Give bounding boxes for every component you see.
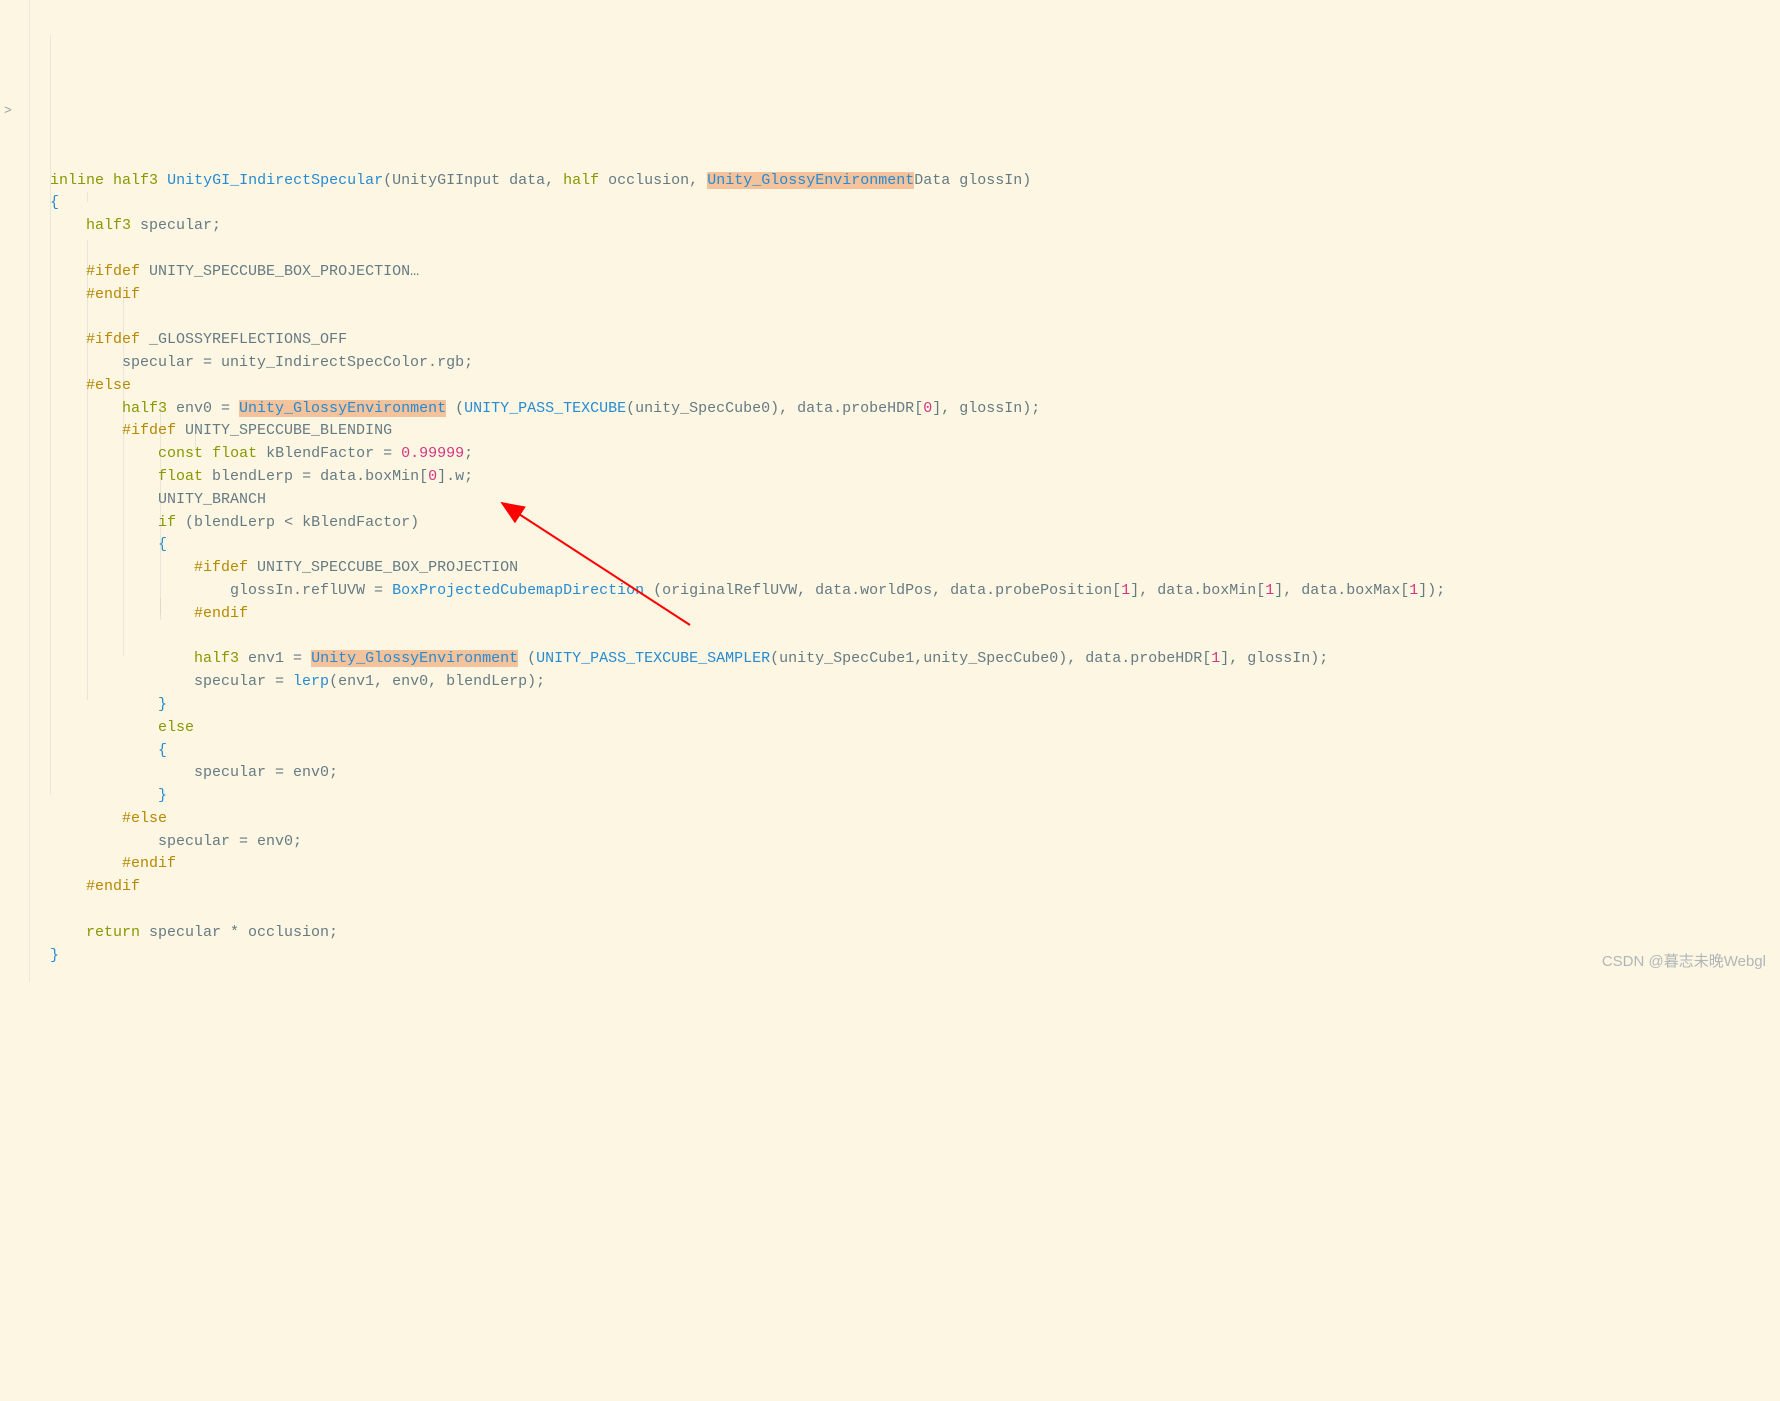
text: ], data.boxMin[ xyxy=(1130,582,1265,599)
text: glossIn.reflUVW = xyxy=(50,582,392,599)
text: (unity_SpecCube0), data.probeHDR[ xyxy=(626,400,923,417)
text: UNITY_BRANCH xyxy=(50,491,266,508)
brace: { xyxy=(50,194,59,211)
code-block: inline half3 UnityGI_IndirectSpecular(Un… xyxy=(20,170,1780,968)
text: (originalReflUVW, data.worldPos, data.pr… xyxy=(644,582,1121,599)
text: specular = unity_IndirectSpecColor.rgb; xyxy=(50,354,473,371)
keyword: float xyxy=(158,468,203,485)
keyword: else xyxy=(158,719,194,736)
brace: } xyxy=(158,696,167,713)
brace: { xyxy=(158,742,167,759)
number: 1 xyxy=(1121,582,1130,599)
text: UNITY_SPECCUBE_BOX_PROJECTION xyxy=(140,263,410,280)
keyword: half3 xyxy=(194,650,239,667)
text: Data glossIn) xyxy=(914,172,1031,189)
text: occlusion, xyxy=(599,172,707,189)
watermark: CSDN @暮志未晚Webgl xyxy=(1602,951,1766,974)
preprocessor: #else xyxy=(122,810,167,827)
preprocessor: #endif xyxy=(86,286,140,303)
text: UNITY_SPECCUBE_BOX_PROJECTION xyxy=(248,559,518,576)
text: ].w; xyxy=(437,468,473,485)
function-name: UNITY_PASS_TEXCUBE_SAMPLER xyxy=(536,650,770,667)
preprocessor: #endif xyxy=(122,855,176,872)
keyword: inline xyxy=(50,172,104,189)
highlighted-token: Unity_GlossyEnvironment xyxy=(311,650,518,667)
text: specular = env0; xyxy=(50,764,338,781)
keyword: float xyxy=(212,445,257,462)
number: 1 xyxy=(1409,582,1418,599)
indent-guide xyxy=(160,400,161,615)
text: (UnityGIInput data, xyxy=(383,172,563,189)
number: 0 xyxy=(428,468,437,485)
text: ], data.boxMax[ xyxy=(1274,582,1409,599)
indent-guide xyxy=(123,286,124,656)
keyword: const xyxy=(158,445,203,462)
number: 1 xyxy=(1211,650,1220,667)
indent-guide xyxy=(160,598,161,620)
number: 0.99999 xyxy=(401,445,464,462)
highlighted-token: Unity_GlossyEnvironment xyxy=(239,400,446,417)
fold-indicator-icon[interactable]: > xyxy=(4,100,12,123)
text: ; xyxy=(464,445,473,462)
keyword: half3 xyxy=(86,217,131,234)
preprocessor: #ifdef xyxy=(86,331,140,348)
preprocessor: #else xyxy=(86,377,131,394)
preprocessor: #ifdef xyxy=(194,559,248,576)
text: blendLerp = data.boxMin[ xyxy=(203,468,428,485)
function-name: UnityGI_IndirectSpecular xyxy=(167,172,383,189)
text: (env1, env0, blendLerp); xyxy=(329,673,545,690)
indent-guide xyxy=(87,240,88,700)
function-name: BoxProjectedCubemapDirection xyxy=(392,582,644,599)
preprocessor: #ifdef xyxy=(122,422,176,439)
indent-guide xyxy=(195,420,196,448)
number: 0 xyxy=(923,400,932,417)
keyword: half3 xyxy=(113,172,158,189)
preprocessor: #endif xyxy=(194,605,248,622)
function-name: UNITY_PASS_TEXCUBE xyxy=(464,400,626,417)
text: ( xyxy=(446,400,464,417)
indent-guide xyxy=(50,35,51,795)
text: ], glossIn); xyxy=(932,400,1040,417)
text: ]); xyxy=(1418,582,1445,599)
number: 1 xyxy=(1265,582,1274,599)
text: UNITY_SPECCUBE_BLENDING xyxy=(176,422,392,439)
keyword: half xyxy=(563,172,599,189)
text: kBlendFactor = xyxy=(257,445,401,462)
text: specular * occlusion; xyxy=(140,924,338,941)
highlighted-token: Unity_GlossyEnvironment xyxy=(707,172,914,189)
text: _GLOSSYREFLECTIONS_OFF xyxy=(140,331,347,348)
text: specular = env0; xyxy=(50,833,302,850)
indent-guide xyxy=(87,192,88,202)
keyword: return xyxy=(86,924,140,941)
brace: } xyxy=(50,947,59,964)
text: ], glossIn); xyxy=(1220,650,1328,667)
text: env1 = xyxy=(239,650,311,667)
text: (unity_SpecCube1,unity_SpecCube0), data.… xyxy=(770,650,1211,667)
text: (blendLerp < kBlendFactor) xyxy=(176,514,419,531)
function-name: lerp xyxy=(293,673,329,690)
brace: } xyxy=(158,787,167,804)
text: ( xyxy=(518,650,536,667)
fold-dots[interactable]: … xyxy=(410,263,419,280)
text: env0 = xyxy=(167,400,239,417)
preprocessor: #endif xyxy=(86,878,140,895)
text: specular; xyxy=(131,217,221,234)
preprocessor: #ifdef xyxy=(86,263,140,280)
